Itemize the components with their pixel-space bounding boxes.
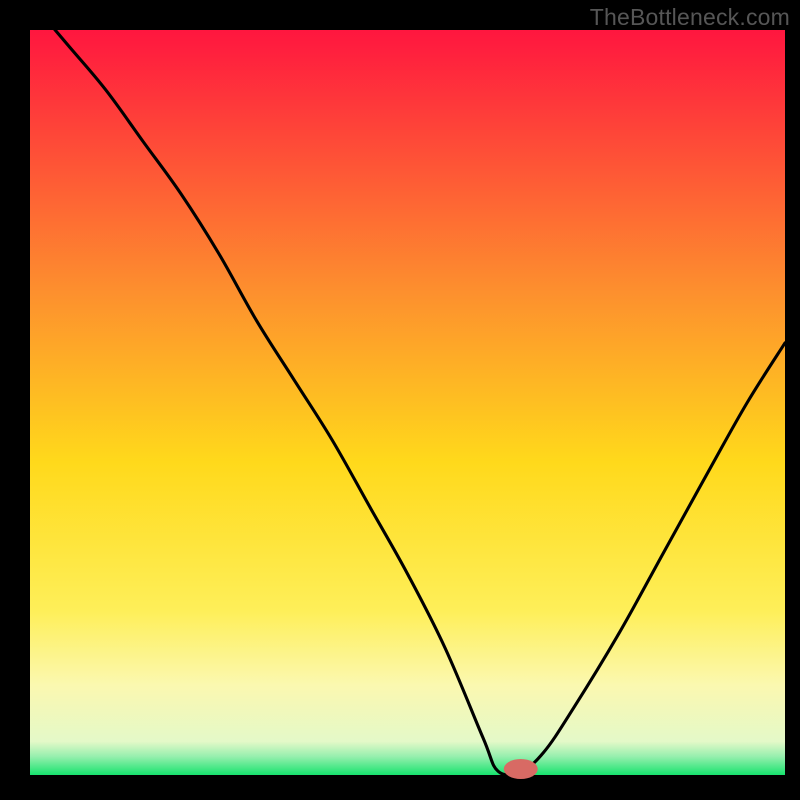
bottleneck-chart [0, 0, 800, 800]
optimal-marker [504, 759, 538, 779]
chart-frame: { "watermark": "TheBottleneck.com", "plo… [0, 0, 800, 800]
watermark-text: TheBottleneck.com [590, 4, 790, 31]
